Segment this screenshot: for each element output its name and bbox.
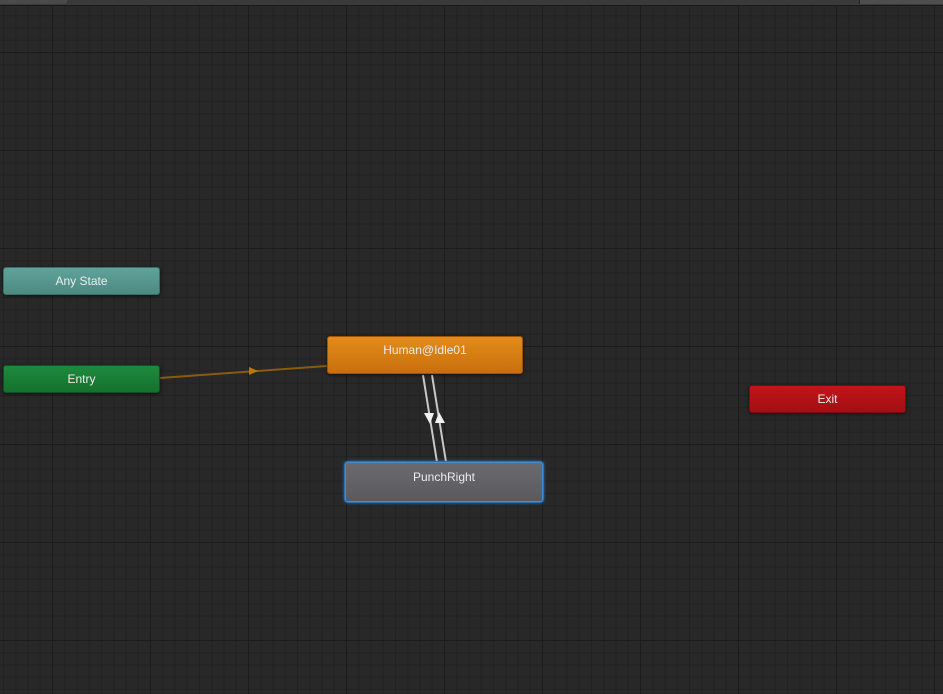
breadcrumb-tab[interactable]	[0, 0, 67, 4]
transition-idle-to-punch-arrow	[424, 413, 434, 424]
transition-entry-to-idle-arrow	[249, 367, 258, 375]
state-label: Human@Idle01	[383, 343, 467, 357]
top-toolbar	[0, 0, 943, 6]
state-label: Entry	[67, 372, 96, 386]
transition-entry-to-idle	[159, 365, 328, 379]
transition-punch-to-idle-arrow	[435, 412, 445, 423]
state-machine-graph-canvas[interactable]: Any State Entry Human@Idle01 PunchRight …	[0, 0, 943, 694]
state-node-exit[interactable]: Exit	[749, 385, 906, 413]
state-label: Any State	[55, 274, 108, 288]
transition-idle-to-punch	[422, 374, 438, 463]
toolbar-right-control[interactable]	[859, 0, 943, 4]
state-node-any-state[interactable]: Any State	[3, 267, 160, 295]
state-node-entry[interactable]: Entry	[3, 365, 160, 393]
state-node-punchright-selected[interactable]: PunchRight	[345, 462, 543, 502]
transition-punch-to-idle	[431, 374, 447, 463]
state-label: PunchRight	[412, 470, 476, 484]
state-label: Exit	[817, 392, 838, 406]
state-node-human-idle01[interactable]: Human@Idle01	[327, 336, 523, 374]
